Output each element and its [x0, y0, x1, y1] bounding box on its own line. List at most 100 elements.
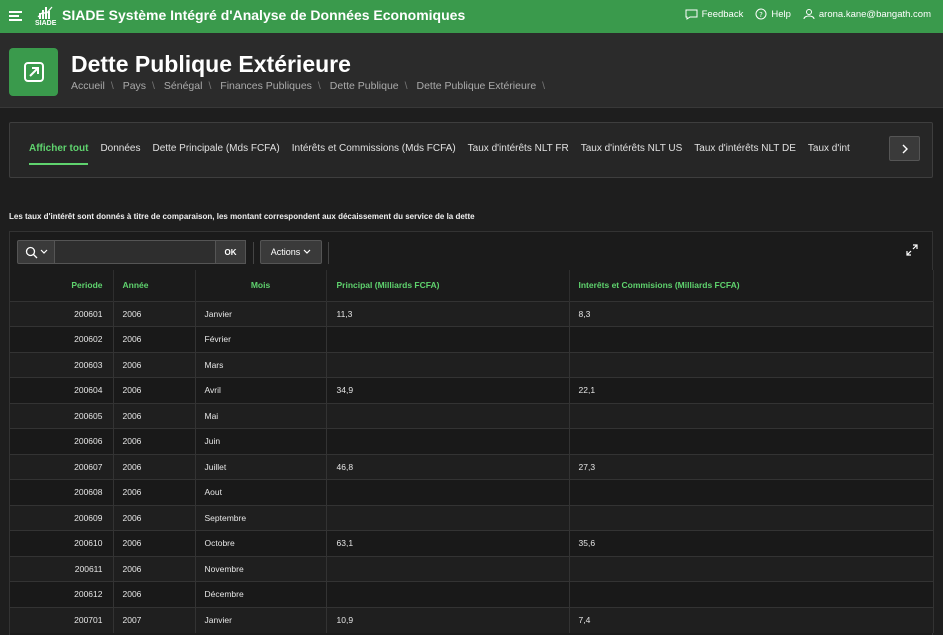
cell-periode: 200612	[10, 581, 114, 607]
cell-annee: 2006	[113, 300, 196, 327]
cell-principal: 34,9	[326, 377, 570, 403]
cell-interets	[569, 402, 934, 429]
cell-principal	[326, 555, 570, 582]
table-row: 200603 2006 Mars	[10, 351, 934, 378]
breadcrumb-item[interactable]: Pays	[123, 80, 146, 92]
cell-annee: 2006	[113, 428, 196, 454]
user-icon	[803, 9, 815, 20]
cell-mois: Janvier	[195, 300, 327, 327]
column-header-mois[interactable]: Mois	[195, 270, 327, 301]
tabs-next-button[interactable]	[889, 136, 920, 161]
cell-mois: Octobre	[195, 530, 327, 556]
cell-annee: 2007	[113, 606, 196, 633]
tab-afficher-tout[interactable]: Afficher tout	[29, 123, 89, 177]
user-email: arona.kane@bangath.com	[818, 8, 931, 20]
user-navigation: Feedback ? Help arona.kane@bangath.com	[673, 8, 931, 20]
cell-principal	[326, 326, 570, 352]
cell-periode: 200701	[10, 606, 114, 633]
table-row: 200601 2006 Janvier 11,3 8,3	[10, 300, 934, 327]
cell-mois: Janvier	[195, 606, 327, 633]
cell-periode: 200608	[10, 479, 114, 505]
cell-periode: 200609	[10, 504, 114, 531]
cell-interets: 22,1	[569, 377, 934, 403]
column-header-periode[interactable]: Periode	[10, 270, 114, 301]
cell-principal: 63,1	[326, 530, 570, 556]
tab-taux-nlt-de[interactable]: Taux d'intérêts NLT DE	[694, 123, 796, 177]
column-header-annee[interactable]: Année	[113, 270, 196, 301]
cell-mois: Juillet	[195, 453, 327, 480]
search-group: OK	[17, 240, 246, 264]
region-tabs: Afficher tout Données Dette Principale (…	[9, 122, 933, 178]
fullscreen-expand-icon[interactable]	[906, 244, 918, 256]
help-icon: ?	[755, 8, 767, 20]
breadcrumb-item[interactable]: Dette Publique	[330, 80, 399, 92]
cell-periode: 200610	[10, 530, 114, 556]
report-toolbar: OK Actions	[10, 232, 932, 270]
cell-mois: Juin	[195, 428, 327, 454]
table-row: 200602 2006 Février	[10, 326, 934, 352]
search-column-button[interactable]	[17, 240, 55, 264]
actions-label: Actions	[270, 247, 301, 257]
interactive-report: OK Actions Periode Année Mois Principal …	[9, 231, 934, 635]
cell-periode: 200602	[10, 326, 114, 352]
table-row: 200609 2006 Septembre	[10, 504, 934, 531]
table-row: 200701 2007 Janvier 10,9 7,4	[10, 606, 934, 633]
search-input[interactable]	[55, 240, 216, 264]
cell-periode: 200606	[10, 428, 114, 454]
go-button[interactable]: OK	[216, 240, 246, 264]
cell-mois: Novembre	[195, 555, 327, 582]
actions-menu-button[interactable]: Actions	[260, 240, 322, 264]
app-title[interactable]: SIADE Système Intégré d'Analyse de Donné…	[62, 7, 465, 23]
menu-icon[interactable]	[9, 11, 22, 21]
table-row: 200604 2006 Avril 34,9 22,1	[10, 377, 934, 403]
table-row: 200610 2006 Octobre 63,1 35,6	[10, 530, 934, 556]
cell-annee: 2006	[113, 377, 196, 403]
logo-text: SIADE	[35, 20, 57, 27]
cell-annee: 2006	[113, 555, 196, 582]
cell-principal	[326, 581, 570, 607]
tab-taux-nlt-us[interactable]: Taux d'intérêts NLT US	[581, 123, 683, 177]
cell-principal	[326, 428, 570, 454]
cell-annee: 2006	[113, 581, 196, 607]
table-row: 200607 2006 Juillet 46,8 27,3	[10, 453, 934, 480]
tab-donnees[interactable]: Données	[100, 123, 140, 177]
table-row: 200606 2006 Juin	[10, 428, 934, 454]
column-header-interets[interactable]: Interêts et Commisions (Milliards FCFA)	[569, 270, 934, 301]
help-link[interactable]: ? Help	[755, 8, 791, 20]
chevron-right-icon	[902, 144, 908, 153]
svg-text:?: ?	[759, 11, 763, 19]
cell-interets	[569, 326, 934, 352]
column-header-principal[interactable]: Principal (Milliards FCFA)	[326, 270, 570, 301]
tab-interets-commissions[interactable]: Intérêts et Commissions (Mds FCFA)	[292, 123, 456, 177]
cell-annee: 2006	[113, 453, 196, 480]
cell-interets	[569, 479, 934, 505]
breadcrumb-item-current: Dette Publique Extérieure	[416, 80, 537, 92]
page-title: Dette Publique Extérieure	[71, 51, 351, 77]
tab-dette-principale[interactable]: Dette Principale (Mds FCFA)	[152, 123, 279, 177]
table-header-row: Periode Année Mois Principal (Milliards …	[10, 270, 934, 301]
tab-taux-int-truncated[interactable]: Taux d'int	[808, 123, 850, 177]
help-label: Help	[771, 8, 791, 20]
table-row: 200605 2006 Mai	[10, 402, 934, 429]
chat-icon	[685, 9, 698, 20]
cell-annee: 2006	[113, 530, 196, 556]
cell-interets: 35,6	[569, 530, 934, 556]
cell-mois: Mars	[195, 351, 327, 378]
cell-periode: 200607	[10, 453, 114, 480]
tab-taux-nlt-fr[interactable]: Taux d'intérêts NLT FR	[468, 123, 569, 177]
cell-principal	[326, 479, 570, 505]
cell-principal	[326, 504, 570, 531]
breadcrumb-item[interactable]: Accueil	[71, 80, 105, 92]
breadcrumb-item[interactable]: Finances Publiques	[220, 80, 312, 92]
feedback-label: Feedback	[701, 8, 744, 20]
cell-interets	[569, 428, 934, 454]
cell-periode: 200604	[10, 377, 114, 403]
cell-mois: Septembre	[195, 504, 327, 531]
feedback-link[interactable]: Feedback	[685, 8, 744, 20]
cell-mois: Mai	[195, 402, 327, 429]
cell-principal: 11,3	[326, 300, 570, 327]
breadcrumb-item[interactable]: Sénégal	[164, 80, 203, 92]
user-menu[interactable]: arona.kane@bangath.com	[803, 8, 931, 20]
cell-interets	[569, 504, 934, 531]
cell-mois: Février	[195, 326, 327, 352]
